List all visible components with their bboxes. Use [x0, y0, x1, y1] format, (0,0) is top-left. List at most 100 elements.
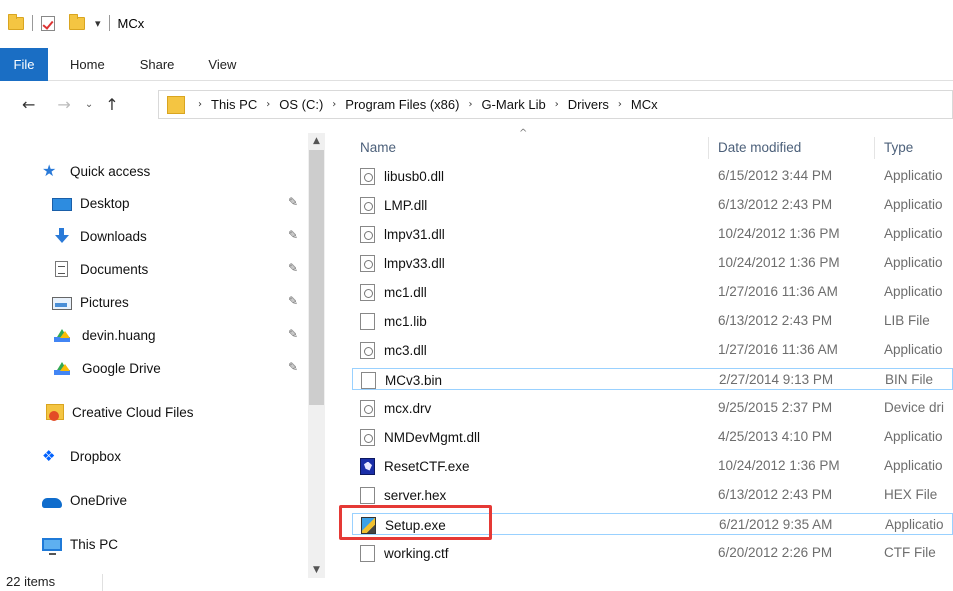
- breadcrumb-separator[interactable]: ›: [618, 99, 622, 110]
- downloads-icon: [52, 228, 72, 244]
- dll-file-icon: [360, 167, 375, 185]
- forward-arrow-icon[interactable]: →: [57, 95, 70, 114]
- nav-item-documents[interactable]: Documents: [52, 258, 148, 280]
- pin-icon[interactable]: ✎: [288, 261, 298, 275]
- nav-item-dropbox[interactable]: ❖ Dropbox: [42, 445, 121, 467]
- file-date: 6/21/2012 9:35 AM: [719, 517, 833, 532]
- file-row[interactable]: LMP.dll 6/13/2012 2:43 PM Applicatio: [352, 194, 953, 216]
- status-item-count: 22 items: [6, 574, 56, 589]
- nav-item-desktop[interactable]: Desktop: [52, 192, 130, 214]
- nav-item-label: OneDrive: [70, 492, 128, 508]
- navigation-pane: ★ Quick access Desktop ✎ Downloads ✎ Doc…: [0, 140, 330, 591]
- file-row[interactable]: working.ctf 6/20/2012 2:26 PM CTF File: [352, 542, 953, 564]
- pin-icon[interactable]: ✎: [288, 294, 298, 308]
- file-row[interactable]: server.hex 6/13/2012 2:43 PM HEX File: [352, 484, 953, 506]
- breadcrumb-drivers[interactable]: Drivers: [568, 97, 609, 112]
- new-folder-icon[interactable]: [69, 13, 85, 30]
- reset-exe-icon: [360, 457, 375, 475]
- file-row[interactable]: libusb0.dll 6/15/2012 3:44 PM Applicatio: [352, 165, 953, 187]
- file-row[interactable]: lmpv33.dll 10/24/2012 1:36 PM Applicatio: [352, 252, 953, 274]
- file-name: mc1.lib: [384, 313, 427, 329]
- tab-home[interactable]: Home: [70, 57, 105, 72]
- file-name: working.ctf: [384, 545, 449, 561]
- address-bar[interactable]: › This PC › OS (C:) › Program Files (x86…: [158, 90, 953, 119]
- file-type: Applicatio: [884, 255, 943, 270]
- nav-item-devin-huang[interactable]: devin.huang: [52, 324, 156, 346]
- breadcrumb-separator[interactable]: ›: [266, 99, 270, 110]
- nav-item-label: Google Drive: [82, 360, 161, 376]
- column-divider[interactable]: [874, 137, 875, 159]
- nav-item-label: Dropbox: [70, 448, 122, 464]
- breadcrumb-program-files[interactable]: Program Files (x86): [345, 97, 459, 112]
- file-name: MCv3.bin: [385, 372, 443, 388]
- nav-item-pictures[interactable]: Pictures: [52, 291, 129, 313]
- nav-item-label: devin.huang: [82, 327, 156, 343]
- back-arrow-icon[interactable]: ←: [22, 95, 35, 114]
- nav-item-this-pc[interactable]: This PC: [42, 533, 118, 555]
- column-divider[interactable]: [708, 137, 709, 159]
- file-row[interactable]: mcx.drv 9/25/2015 2:37 PM Device dri: [352, 397, 953, 419]
- file-row[interactable]: NMDevMgmt.dll 4/25/2013 4:10 PM Applicat…: [352, 426, 953, 448]
- star-icon: ★: [42, 161, 57, 180]
- onedrive-icon: [42, 498, 62, 508]
- creative-cloud-icon: [46, 404, 64, 421]
- breadcrumb-separator[interactable]: ›: [332, 99, 336, 110]
- file-row[interactable]: mc3.dll 1/27/2016 11:36 AM Applicatio: [352, 339, 953, 361]
- file-type: LIB File: [884, 313, 930, 328]
- pin-icon[interactable]: ✎: [288, 228, 298, 242]
- tab-file[interactable]: File: [0, 47, 48, 81]
- dropbox-icon: ❖: [42, 447, 56, 465]
- breadcrumb-this-pc[interactable]: This PC: [211, 97, 257, 112]
- folder-icon: [8, 13, 24, 30]
- recent-locations-icon[interactable]: ⌄: [85, 99, 93, 110]
- file-date: 6/13/2012 2:43 PM: [718, 487, 833, 502]
- file-type: Applicatio: [884, 458, 943, 473]
- pin-icon[interactable]: ✎: [288, 327, 298, 341]
- breadcrumb-g-mark-lib[interactable]: G-Mark Lib: [481, 97, 545, 112]
- file-row[interactable]: lmpv31.dll 10/24/2012 1:36 PM Applicatio: [352, 223, 953, 245]
- pin-icon[interactable]: ✎: [288, 195, 298, 209]
- tab-view[interactable]: View: [208, 57, 236, 72]
- file-type: Applicatio: [884, 226, 943, 241]
- breadcrumb-separator[interactable]: ›: [468, 99, 472, 110]
- scroll-down-icon[interactable]: ▼: [308, 562, 325, 578]
- up-arrow-icon[interactable]: ↑: [105, 95, 118, 114]
- dll-file-icon: [360, 283, 375, 301]
- nav-item-creative-cloud-files[interactable]: Creative Cloud Files: [46, 401, 194, 423]
- file-type: Applicatio: [884, 168, 943, 183]
- file-date: 10/24/2012 1:36 PM: [718, 458, 840, 473]
- ribbon-tabs: File Home Share View: [0, 47, 953, 81]
- scrollbar-thumb[interactable]: [309, 150, 324, 405]
- nav-item-quick-access[interactable]: ★ Quick access: [42, 160, 150, 182]
- column-headers: ^ Name Date modified Type: [352, 128, 953, 159]
- desktop-icon: [52, 197, 72, 211]
- nav-item-onedrive[interactable]: OneDrive: [42, 489, 127, 511]
- dll-file-icon: [360, 428, 375, 446]
- file-row[interactable]: MCv3.bin 2/27/2014 9:13 PM BIN File: [352, 368, 953, 390]
- column-header-type[interactable]: Type: [884, 140, 913, 155]
- properties-icon[interactable]: [41, 15, 55, 31]
- file-row[interactable]: ResetCTF.exe 10/24/2012 1:36 PM Applicat…: [352, 455, 953, 477]
- column-header-date-modified[interactable]: Date modified: [718, 140, 801, 155]
- navigation-pane-scrollbar[interactable]: ▲ ▼: [308, 133, 325, 578]
- breadcrumb-mcx[interactable]: MCx: [631, 97, 658, 112]
- nav-item-label: Documents: [80, 261, 149, 277]
- nav-item-downloads[interactable]: Downloads: [52, 225, 147, 247]
- divider: [108, 15, 110, 31]
- documents-icon: [55, 261, 68, 277]
- tab-share[interactable]: Share: [140, 57, 175, 72]
- file-row[interactable]: mc1.lib 6/13/2012 2:43 PM LIB File: [352, 310, 953, 332]
- file-name: lmpv31.dll: [384, 226, 445, 242]
- pin-icon[interactable]: ✎: [288, 360, 298, 374]
- breadcrumb-separator[interactable]: ›: [555, 99, 559, 110]
- column-header-name[interactable]: Name: [360, 140, 396, 155]
- scroll-up-icon[interactable]: ▲: [308, 133, 325, 149]
- quick-access-dropdown-icon[interactable]: ▾: [95, 17, 101, 30]
- breadcrumb-separator: ›: [198, 99, 202, 110]
- nav-item-google-drive[interactable]: Google Drive: [52, 357, 161, 379]
- file-date: 4/25/2013 4:10 PM: [718, 429, 833, 444]
- file-row[interactable]: mc1.dll 1/27/2016 11:36 AM Applicatio: [352, 281, 953, 303]
- file-date: 10/24/2012 1:36 PM: [718, 255, 840, 270]
- nav-item-label: Pictures: [80, 294, 129, 310]
- breadcrumb-os-c[interactable]: OS (C:): [279, 97, 323, 112]
